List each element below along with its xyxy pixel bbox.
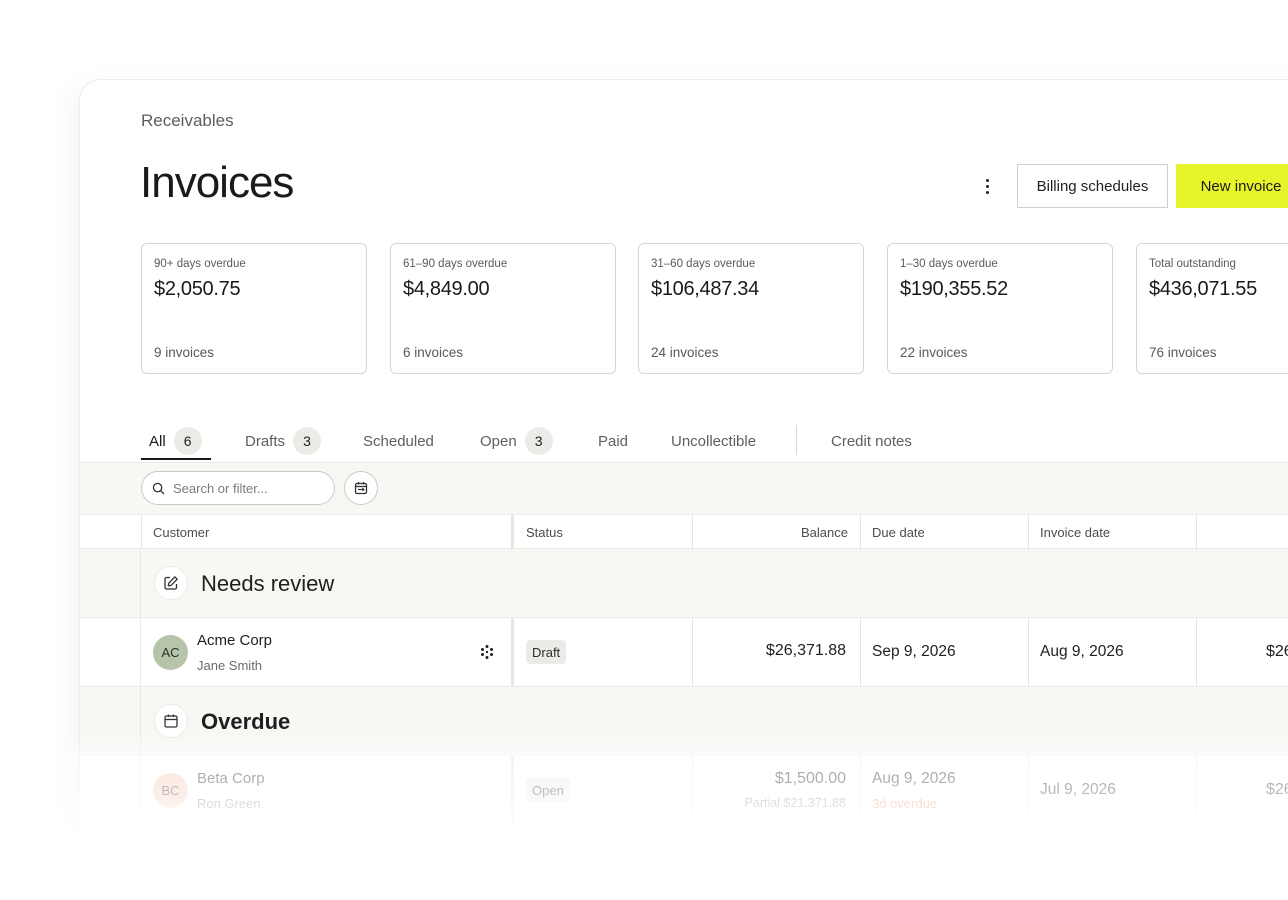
card-count: 76 invoices — [1149, 345, 1217, 360]
breadcrumb[interactable]: Receivables — [141, 111, 234, 131]
tab-open[interactable]: Open 3 — [480, 422, 553, 460]
summary-card-90-plus[interactable]: 90+ days overdue $2,050.75 9 invoices — [141, 243, 367, 374]
table-toolbar — [80, 462, 1288, 514]
column-due-date[interactable]: Due date — [860, 515, 1028, 550]
tab-count-badge: 3 — [293, 427, 322, 455]
card-value: $106,487.34 — [651, 278, 759, 300]
card-value: $190,355.52 — [900, 278, 1008, 300]
tab-label: Open — [480, 432, 517, 450]
search-box[interactable] — [141, 471, 335, 505]
table-header: Customer Status Balance Due date Invoice… — [80, 514, 1288, 550]
customer-name[interactable]: Beta Corp — [197, 770, 265, 787]
invoice-tabs: All 6 Drafts 3 Scheduled Open 3 Paid Unc… — [141, 422, 1288, 462]
card-label: 1–30 days overdue — [900, 258, 998, 270]
invoices-panel: Receivables Invoices Billing schedules N… — [79, 79, 1288, 900]
calendar-icon — [154, 704, 188, 738]
drag-handle-icon[interactable] — [479, 644, 495, 660]
card-count: 22 invoices — [900, 345, 968, 360]
group-needs-review[interactable]: Needs review — [80, 549, 1288, 618]
balance-value: $26,371.88 — [765, 642, 846, 659]
card-label: Total outstanding — [1149, 258, 1236, 270]
balance-note: Partial $21,371.88 — [744, 796, 846, 810]
invoice-date-value: Jul 9, 2026 — [1040, 781, 1116, 798]
summary-card-61-90[interactable]: 61–90 days overdue $4,849.00 6 invoices — [390, 243, 616, 374]
card-value: $2,050.75 — [154, 278, 241, 300]
card-count: 9 invoices — [154, 345, 215, 360]
new-invoice-button[interactable]: New invoice — [1176, 164, 1288, 208]
column-balance[interactable]: Balance — [692, 515, 860, 550]
tab-label: Credit notes — [831, 432, 912, 450]
overdue-note: 3d overdue — [872, 796, 938, 811]
tab-label: Drafts — [245, 432, 286, 450]
column-invoice-date[interactable]: Invoice date — [1028, 515, 1196, 550]
balance-value: $1,500.00 — [774, 770, 846, 787]
customer-contact: Ron Green — [197, 796, 261, 811]
tab-paid[interactable]: Paid — [598, 422, 628, 460]
tab-label: All — [149, 432, 166, 450]
billing-schedules-button[interactable]: Billing schedules — [1017, 164, 1168, 208]
group-title: Needs review — [201, 571, 335, 596]
tab-label: Paid — [598, 432, 629, 450]
tab-scheduled[interactable]: Scheduled — [363, 422, 434, 460]
tab-count-badge: 3 — [524, 427, 553, 455]
search-icon — [152, 482, 165, 494]
group-overdue[interactable]: Overdue — [80, 687, 1288, 756]
amount-value: $26 — [1266, 643, 1288, 660]
date-filter-button[interactable] — [344, 471, 378, 505]
tab-drafts[interactable]: Drafts 3 — [245, 422, 322, 460]
invoice-date-value: Aug 9, 2026 — [1040, 643, 1124, 660]
customer-name[interactable]: Acme Corp — [197, 632, 272, 649]
summary-card-total[interactable]: Total outstanding $436,071.55 76 invoice… — [1136, 243, 1288, 374]
search-input[interactable] — [173, 480, 323, 496]
card-value: $436,071.55 — [1149, 278, 1257, 300]
active-tab-indicator — [141, 458, 211, 460]
card-label: 31–60 days overdue — [651, 258, 756, 270]
page-title: Invoices — [140, 158, 294, 207]
tab-divider — [796, 425, 797, 455]
tab-all[interactable]: All 6 — [149, 422, 202, 460]
avatar: BC — [153, 773, 188, 808]
tab-label: Scheduled — [363, 432, 434, 450]
due-date-value: Aug 9, 2026 — [872, 770, 956, 787]
tab-label: Uncollectible — [671, 432, 757, 450]
due-date-value: Sep 9, 2026 — [872, 643, 956, 660]
tab-count-badge: 6 — [173, 427, 202, 455]
calendar-filter-icon — [354, 482, 368, 495]
more-options-icon[interactable] — [976, 175, 998, 197]
amount-value: $26 — [1266, 781, 1288, 798]
customer-contact: Jane Smith — [197, 658, 263, 673]
summary-card-1-30[interactable]: 1–30 days overdue $190,355.52 22 invoice… — [887, 243, 1113, 374]
card-count: 24 invoices — [651, 345, 719, 360]
card-count: 6 invoices — [403, 345, 464, 360]
edit-icon — [154, 566, 188, 600]
summary-card-31-60[interactable]: 31–60 days overdue $106,487.34 24 invoic… — [638, 243, 864, 374]
card-label: 90+ days overdue — [154, 258, 246, 270]
card-value: $4,849.00 — [403, 278, 490, 300]
card-label: 61–90 days overdue — [403, 258, 508, 270]
column-customer[interactable]: Customer — [141, 515, 511, 550]
avatar: AC — [153, 635, 188, 670]
table-row[interactable]: AC Acme Corp Jane Smith Draft $26,371.88… — [80, 618, 1288, 687]
column-status[interactable]: Status — [514, 515, 692, 550]
status-badge: Draft — [526, 640, 567, 664]
tab-uncollectible[interactable]: Uncollectible — [671, 422, 756, 460]
status-badge: Open — [526, 778, 570, 802]
group-title: Overdue — [201, 709, 291, 734]
tab-credit-notes[interactable]: Credit notes — [831, 422, 912, 460]
table-row[interactable]: BC Beta Corp Ron Green Open $1,500.00 Pa… — [80, 756, 1288, 825]
